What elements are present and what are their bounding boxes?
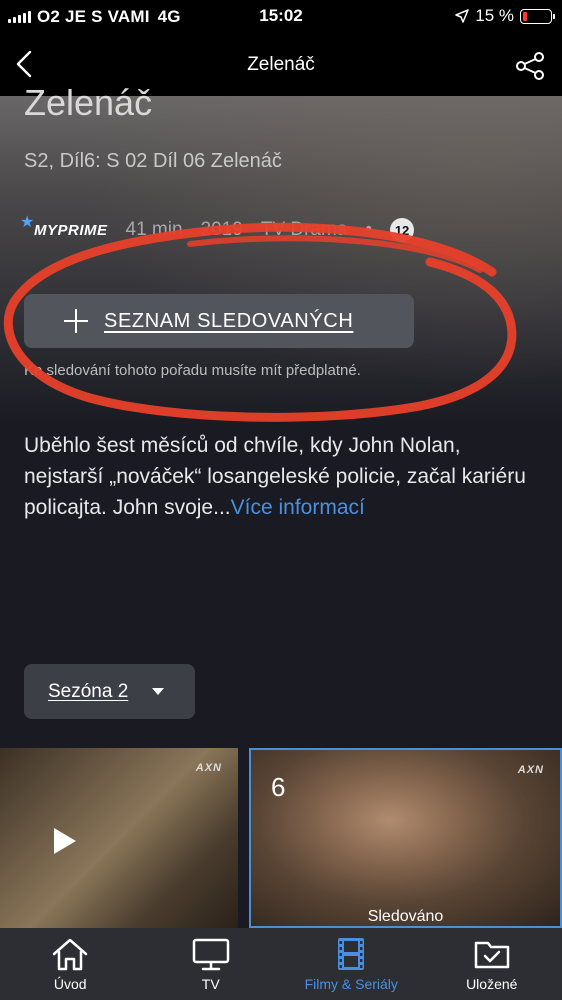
channel-watermark: AXN [195,762,222,774]
nav-tv[interactable]: TV [141,928,282,1000]
nav-label: TV [201,976,220,992]
duration: 41 min [125,219,183,240]
bottom-navigation: Úvod TV Filmy & Seriály Uložené [0,928,562,1000]
season-selector[interactable]: Sezóna 2 [24,664,195,719]
age-rating-badge: 12 [390,218,415,242]
episode-thumbnail-selected[interactable]: 6 AXN Sledováno [249,748,562,928]
episode-number: 6 [271,772,286,802]
genre: TV Drama [260,219,348,240]
episode-description: Uběhlo šest měsíců od chvíle, kdy John N… [24,430,544,523]
header-title: Zelenáč [247,54,315,75]
episode-info: S2, Díl6: S 02 Díl 06 Zelenáč [24,150,282,172]
nav-label: Uložené [466,976,518,992]
share-icon[interactable] [510,46,550,86]
subscription-note: Ke sledování tohoto pořadu musíte mít př… [24,362,361,379]
channel-logo: MYPRIME [20,212,108,239]
metadata-row: MYPRIME 41 min 2019 TV Drama • 12 [20,212,415,242]
battery-percent: 15 % [475,6,514,25]
nav-home[interactable]: Úvod [0,928,141,1000]
nav-saved[interactable]: Uložené [422,928,562,1000]
status-right: 15 % [455,6,555,26]
more-info-link[interactable]: Více informací [231,496,365,519]
channel-watermark: AXN [517,764,544,776]
home-icon [53,938,88,971]
location-icon [455,9,469,23]
film-icon [338,938,365,970]
add-to-watchlist-button[interactable]: SEZNAM SLEDOVANÝCH [24,294,414,348]
plus-icon [62,307,90,335]
separator-dot: • [365,219,373,240]
tv-icon [192,938,229,971]
battery-icon [520,8,555,24]
nav-movies-series[interactable]: Filmy & Seriály [281,928,422,1000]
watchlist-button-label: SEZNAM SLEDOVANÝCH [104,309,354,332]
year: 2019 [200,219,243,240]
nav-label: Filmy & Seriály [304,976,398,992]
dropdown-caret-icon [152,688,165,695]
season-label: Sezóna 2 [48,680,129,702]
play-icon[interactable] [54,828,76,854]
episode-thumbnail[interactable]: AXN [0,748,238,928]
nav-label: Úvod [53,976,87,992]
watched-status: Sledováno [367,908,444,925]
saved-folder-icon [474,941,509,969]
show-title: Zelenáč [24,82,153,123]
status-bar: O2 JE S VAMI 4G 15:02 15 % [0,0,562,34]
